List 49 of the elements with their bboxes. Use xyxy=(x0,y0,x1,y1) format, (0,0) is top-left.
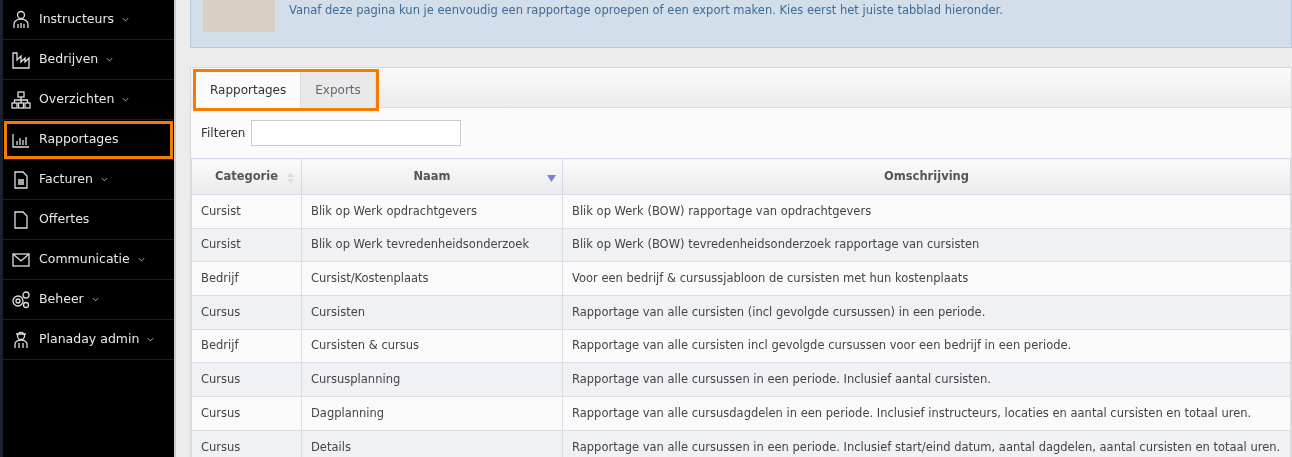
table-cell: Cursus xyxy=(191,295,302,330)
sidebar-item[interactable]: Beheer xyxy=(3,280,174,320)
table-cell: Bedrijf xyxy=(191,261,302,296)
table-cell: Rapportage van alle cursusdagdelen in een periode. Inclusief instructeurs, locaties en aantal cursisten en totaal uren. xyxy=(562,396,1291,431)
sidebar-item[interactable]: Instructeurs xyxy=(3,0,174,40)
table-cell: Dagplanning xyxy=(301,396,563,431)
tab[interactable]: Rapportages xyxy=(196,72,302,108)
agent-icon xyxy=(11,329,31,350)
column-header[interactable]: Naam xyxy=(301,158,563,195)
table-cell: Rapportage van alle cursussen in een periode. Inclusief start/eind datum, aantal dagdelen, aantal cursisten en totaal uren. xyxy=(562,430,1291,457)
column-header[interactable]: Categorie xyxy=(191,158,302,195)
gears-icon xyxy=(11,289,31,310)
table-cell: Cursisten & cursus xyxy=(301,329,563,363)
document-icon xyxy=(11,169,31,190)
tab[interactable]: Exports xyxy=(301,72,376,108)
photo-placeholder xyxy=(203,0,275,32)
column-header[interactable]: Omschrijving xyxy=(562,158,1291,195)
sidebar-item[interactable]: Offertes xyxy=(3,200,174,240)
banner-text: Vanaf deze pagina kun je eenvoudig een rapportage oproepen of een export maken. Kies eerst het juiste tabblad hieronder. xyxy=(289,2,1003,19)
table-cell: Cursist xyxy=(191,194,302,229)
table-cell: Cursist/Kostenplaats xyxy=(301,261,563,296)
table-cell: Blik op Werk (BOW) tevredenheidsonderzoek rapportage van cursisten xyxy=(562,228,1291,262)
filter-label: Filteren xyxy=(201,125,246,142)
factory-icon xyxy=(11,49,31,70)
sidebar-item[interactable]: Rapportages xyxy=(3,120,174,160)
table-cell: Voor een bedrijf & cursussjabloon de cursisten met hun kostenplaats xyxy=(562,261,1291,296)
people-icon xyxy=(11,9,31,30)
sidebar-item[interactable]: Communicatie xyxy=(3,240,174,280)
sidebar-item[interactable]: Bedrijven xyxy=(3,40,174,80)
sitemap-icon xyxy=(11,89,31,110)
table-cell: Cursus xyxy=(191,430,302,457)
table-cell: Cursusplanning xyxy=(301,362,563,397)
page-icon xyxy=(11,209,31,230)
table-cell: Cursist xyxy=(191,228,302,262)
table-cell: Cursus xyxy=(191,396,302,431)
table-cell: Blik op Werk tevredenheidsonderzoek xyxy=(301,228,563,262)
filter-field[interactable] xyxy=(251,120,462,146)
table-cell: Cursisten xyxy=(301,295,563,330)
table-cell: Cursus xyxy=(191,362,302,397)
sidebar-item[interactable]: Facturen xyxy=(3,160,174,200)
table-cell: Rapportage van alle cursisten (incl gevolgde cursussen) in een periode. xyxy=(562,295,1291,330)
sidebar-item[interactable]: Overzichten xyxy=(3,80,174,120)
sidebar-item[interactable]: Planaday admin xyxy=(3,320,174,360)
table-cell: Blik op Werk (BOW) rapportage van opdrachtgevers xyxy=(562,194,1291,229)
table-cell: Rapportage van alle cursisten incl gevolgde cursussen voor een bedrijf in een periode. xyxy=(562,329,1291,363)
table-cell: Bedrijf xyxy=(191,329,302,363)
table-cell: Details xyxy=(301,430,563,457)
table-cell: Rapportage van alle cursussen in een periode. Inclusief aantal cursisten. xyxy=(562,362,1291,397)
table-cell: Blik op Werk opdrachtgevers xyxy=(301,194,563,229)
